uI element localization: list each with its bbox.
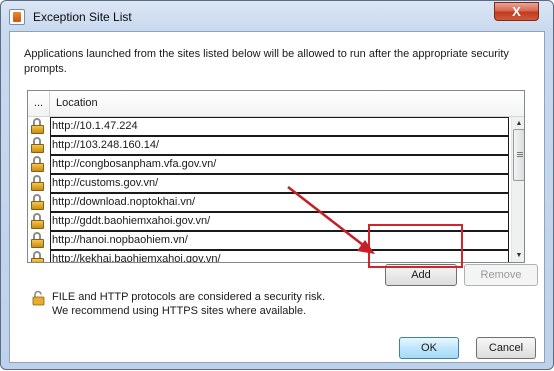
grip-icon	[517, 152, 523, 153]
unlocked-padlock-icon	[30, 194, 46, 210]
table-header: ... Location	[28, 91, 524, 117]
description-text: Applications launched from the sites lis…	[24, 48, 509, 75]
column-header-location[interactable]: Location	[56, 91, 98, 115]
unlocked-padlock-icon	[30, 213, 46, 229]
window-title: Exception Site List	[33, 10, 132, 24]
unlocked-padlock-icon	[30, 156, 46, 172]
cancel-button[interactable]: Cancel	[476, 337, 536, 359]
table-row[interactable]: http://download.noptokhai.vn/	[28, 193, 509, 212]
vertical-scrollbar[interactable]: ▲ ▼	[511, 117, 524, 262]
location-cell[interactable]: http://103.248.160.14/	[50, 136, 509, 155]
security-warning: FILE and HTTP protocols are considered a…	[52, 290, 325, 318]
warning-line-1: FILE and HTTP protocols are considered a…	[52, 291, 326, 303]
unlocked-padlock-icon	[30, 175, 46, 191]
ok-button[interactable]: OK	[399, 337, 459, 359]
column-header-menu[interactable]: ...	[28, 91, 50, 117]
padlock-warning-icon	[32, 290, 45, 306]
location-cell[interactable]: http://download.noptokhai.vn/	[50, 193, 509, 212]
location-cell[interactable]: http://congbosanpham.vfa.gov.vn/	[50, 155, 509, 174]
java-app-icon	[9, 9, 25, 25]
scroll-down-arrow-icon[interactable]: ▼	[512, 249, 524, 262]
dialog-content: Applications launched from the sites lis…	[9, 31, 545, 363]
title-bar[interactable]: Exception Site List X	[1, 1, 553, 31]
unlocked-padlock-icon	[30, 137, 46, 153]
table-row[interactable]: http://customs.gov.vn/	[28, 174, 509, 193]
unlocked-padlock-icon	[30, 232, 46, 248]
unlocked-padlock-icon	[30, 118, 46, 134]
exception-site-list-dialog: Exception Site List X Applications launc…	[0, 0, 554, 370]
scrollbar-thumb[interactable]	[513, 129, 524, 181]
location-cell[interactable]: http://customs.gov.vn/	[50, 174, 509, 193]
remove-button[interactable]: Remove	[464, 264, 538, 286]
table-row[interactable]: http://103.248.160.14/	[28, 136, 509, 155]
warning-line-2: We recommend using HTTPS sites where ava…	[52, 305, 307, 317]
table-row[interactable]: http://congbosanpham.vfa.gov.vn/	[28, 155, 509, 174]
location-cell[interactable]: http://10.1.47.224	[50, 117, 509, 136]
unlocked-padlock-icon	[30, 251, 46, 262]
close-button[interactable]: X	[494, 2, 539, 21]
table-row[interactable]: http://10.1.47.224	[28, 117, 509, 136]
annotation-highlight-box	[368, 224, 463, 268]
